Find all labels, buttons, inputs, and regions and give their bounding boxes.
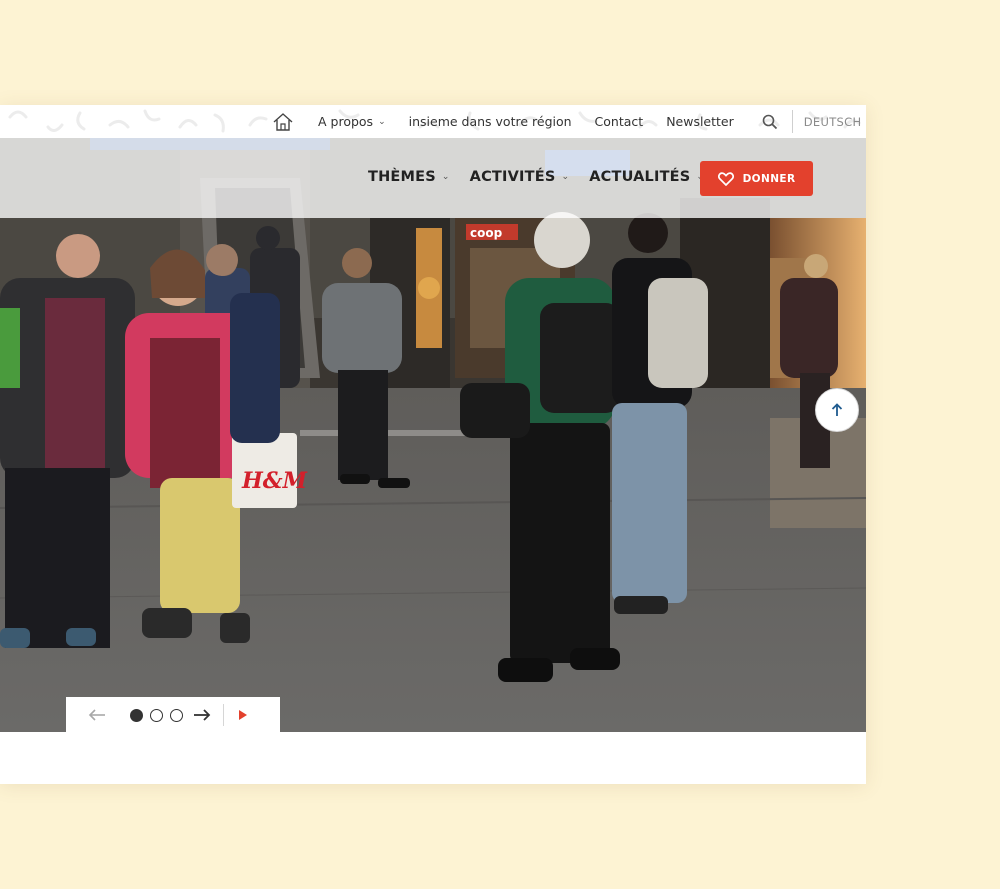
donate-label: DONNER (742, 172, 796, 185)
play-icon[interactable] (238, 709, 248, 721)
nav-item-label: THÈMES (368, 169, 436, 185)
divider (223, 704, 224, 726)
language-switch[interactable]: DEUTSCH (804, 115, 862, 129)
heart-icon (717, 171, 734, 186)
slider-dot[interactable] (130, 708, 143, 722)
nav-item-label: ACTUALITÉS (589, 169, 691, 185)
scroll-to-top-button[interactable] (815, 388, 859, 432)
arrow-up-icon (831, 403, 843, 416)
slider-dot[interactable] (150, 708, 163, 722)
nav-item-themes[interactable]: THÈMES ⌄ (368, 169, 450, 185)
slider-dot[interactable] (170, 708, 183, 722)
donate-button[interactable]: DONNER (700, 161, 813, 196)
newsletter-link[interactable]: Newsletter (666, 114, 734, 129)
bag-logo: H&M (241, 468, 308, 494)
chevron-down-icon: ⌄ (441, 172, 450, 182)
about-menu[interactable]: A propos ⌄ (318, 114, 386, 129)
arrow-left-icon[interactable] (88, 708, 106, 722)
nav-item-news[interactable]: ACTUALITÉS ⌄ (589, 169, 704, 185)
divider (791, 110, 793, 133)
nav-item-activities[interactable]: ACTIVITÉS ⌄ (470, 169, 570, 185)
utility-bar: A propos ⌄ insieme dans votre région Con… (0, 105, 866, 138)
store-sign: coop (470, 226, 503, 240)
search-icon[interactable] (762, 114, 778, 130)
home-icon[interactable] (272, 111, 294, 133)
utility-nav: A propos ⌄ insieme dans votre région Con… (272, 105, 861, 138)
main-nav-items: THÈMES ⌄ ACTIVITÉS ⌄ ACTUALITÉS ⌄ (368, 169, 724, 185)
website-frame: coop H&M A propos ⌄ insieme dans votre r… (0, 105, 866, 784)
arrow-right-icon[interactable] (193, 708, 211, 722)
chevron-down-icon: ⌄ (561, 172, 570, 182)
slider-dots (130, 708, 190, 722)
hero-image: coop H&M (0, 138, 866, 732)
region-link[interactable]: insieme dans votre région (409, 114, 572, 129)
about-label: A propos (318, 114, 374, 129)
contact-link[interactable]: Contact (595, 114, 644, 129)
chevron-down-icon: ⌄ (378, 116, 386, 127)
nav-item-label: ACTIVITÉS (469, 169, 556, 185)
slider-controls (66, 697, 280, 733)
